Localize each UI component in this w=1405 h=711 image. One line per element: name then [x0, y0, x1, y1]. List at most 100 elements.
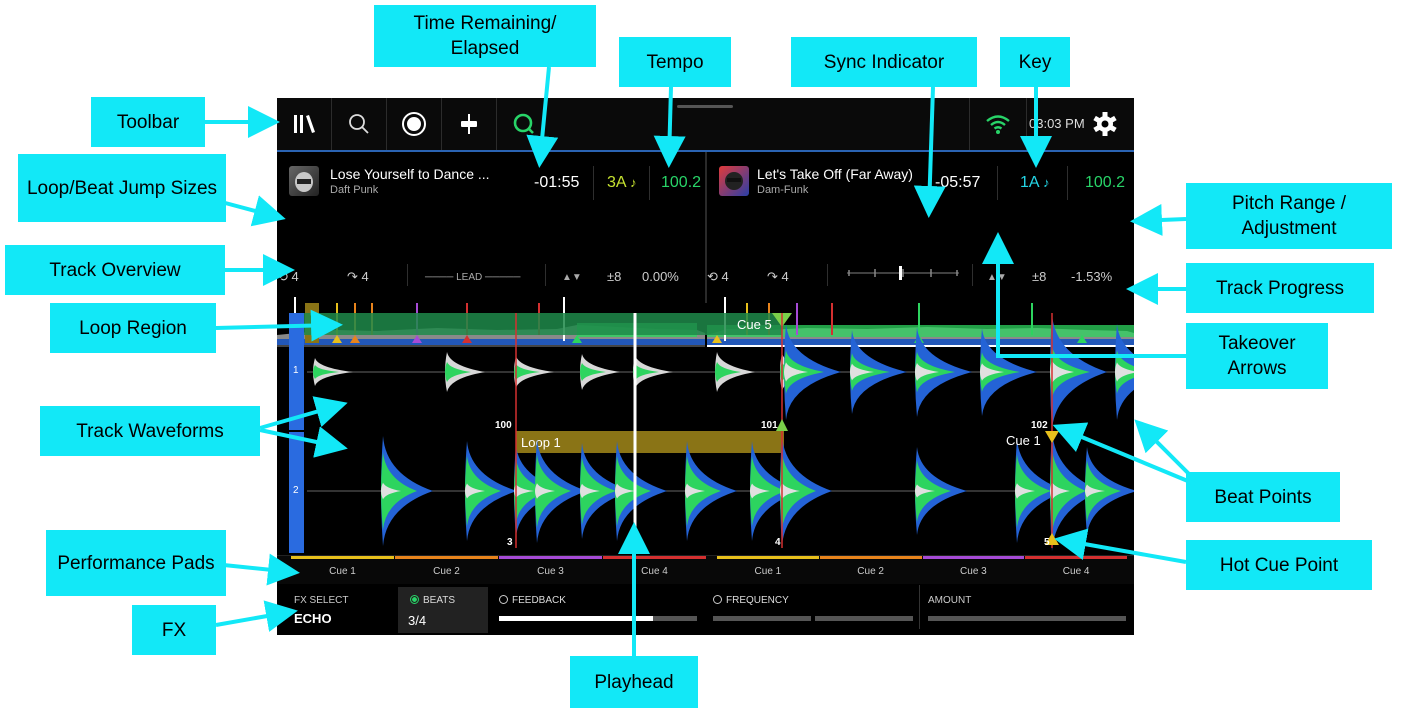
pad-left-1[interactable]: Cue 1 [291, 556, 394, 584]
takeover-arrows-icon: ▲▼ [562, 272, 582, 283]
callout-tempo: Tempo [619, 37, 731, 87]
beats-button[interactable]: BEATS 3/4 [398, 587, 488, 633]
radio-off-icon [499, 595, 508, 604]
key-display[interactable]: 1A ♪ [1020, 174, 1050, 192]
fader-button[interactable] [442, 98, 497, 150]
beat-label-100: 100 [495, 420, 512, 431]
beat-label-101: 101 [761, 420, 778, 431]
callout-track-progress: Track Progress [1186, 263, 1374, 313]
pad-right-1[interactable]: Cue 1 [717, 556, 819, 584]
sync-indicator [847, 266, 959, 280]
loop-region [304, 313, 782, 335]
amount-label: AMOUNT [928, 595, 972, 606]
pad-label: Cue 4 [641, 566, 668, 577]
callout-pitch-range: Pitch Range / Adjustment [1186, 183, 1392, 249]
fx-select-value[interactable]: ECHO [294, 611, 332, 626]
callout-playhead: Playhead [570, 656, 698, 708]
amount-slider[interactable] [928, 616, 1126, 621]
frequency-slider-high[interactable] [815, 616, 913, 621]
tempo-display[interactable]: 100.2 [661, 174, 701, 192]
library-button[interactable] [277, 98, 332, 150]
time-remaining[interactable]: -01:55 [534, 174, 579, 192]
cue-1-label: Cue 1 [1006, 433, 1041, 448]
callout-key: Key [1000, 37, 1070, 87]
wifi-icon [986, 115, 1010, 134]
time-remaining[interactable]: -05:57 [935, 174, 980, 192]
pad-label: Cue 1 [329, 566, 356, 577]
frequency-button[interactable]: FREQUENCY [713, 595, 789, 606]
pitch-adjust: -1.53% [1071, 269, 1113, 284]
callout-loop-region: Loop Region [50, 303, 216, 353]
beat-label-5: 5 [1044, 537, 1050, 548]
callout-beat-points: Beat Points [1186, 472, 1340, 522]
callout-time-remaining: Time Remaining/ Elapsed [374, 5, 596, 67]
waveform-area[interactable]: 1 2 Cue 5 Loop 1 100 101 102 Cue 1 3 4 5 [277, 303, 1134, 555]
quantize-button[interactable] [497, 98, 551, 150]
callout-loop-beat-jump: Loop/Beat Jump Sizes [18, 154, 226, 222]
radio-on-icon [410, 595, 419, 604]
callout-track-waveforms: Track Waveforms [40, 406, 260, 456]
feedback-slider-fill [499, 616, 654, 621]
pad-right-4[interactable]: Cue 4 [1025, 556, 1127, 584]
album-art[interactable] [719, 166, 749, 196]
track-title[interactable]: Let's Take Off (Far Away) [757, 166, 913, 182]
pitch-range[interactable]: ±8 [1032, 269, 1046, 284]
loop-1-label: Loop 1 [521, 435, 561, 450]
pad-left-3[interactable]: Cue 3 [499, 556, 602, 584]
fx-select-label: FX SELECT [294, 595, 349, 606]
device-screen: 03:03 PM Lose Yourself to Dance ... Daft… [277, 98, 1134, 635]
pitch-adjust: 0.00% [642, 269, 679, 284]
beat-label-102: 102 [1031, 420, 1048, 431]
clock: 03:03 PM [1029, 116, 1085, 131]
pad-label: Cue 1 [754, 566, 782, 577]
callout-toolbar: Toolbar [91, 97, 205, 147]
fader-icon [461, 114, 477, 134]
drawer-handle[interactable] [677, 105, 733, 108]
loop-icon: ⟲ [277, 269, 288, 284]
key-display[interactable]: 3A ♪ [607, 174, 637, 192]
beat-label-4: 4 [775, 537, 781, 548]
callout-fx: FX [132, 605, 216, 655]
hot-cue-marker [1045, 431, 1059, 443]
track-title[interactable]: Lose Yourself to Dance ... [330, 166, 490, 182]
lead-indicator: ──── LEAD ───── [425, 272, 521, 283]
loop-size[interactable]: ⟲ 4 [277, 269, 299, 285]
tempo-display[interactable]: 100.2 [1085, 174, 1125, 192]
note-icon: ♪ [630, 175, 637, 190]
pad-label: Cue 3 [537, 566, 564, 577]
deck-2-label: 2 [293, 485, 299, 496]
note-icon: ♪ [1043, 175, 1050, 190]
track-waveforms[interactable]: 1 2 Cue 5 Loop 1 100 101 102 Cue 1 3 4 5 [277, 303, 1134, 555]
library-icon [294, 115, 315, 133]
beat-jump-size[interactable]: ↷ 4 [347, 269, 369, 285]
search-button[interactable] [332, 98, 387, 150]
pad-right-3[interactable]: Cue 3 [922, 556, 1025, 584]
pad-left-2[interactable]: Cue 2 [395, 556, 498, 584]
pad-label: Cue 2 [857, 566, 884, 577]
feedback-slider[interactable] [499, 616, 697, 621]
pad-left-4[interactable]: Cue 4 [603, 556, 706, 584]
settings-button[interactable] [1092, 111, 1118, 142]
pad-right-2[interactable]: Cue 2 [819, 556, 922, 584]
record-icon [402, 112, 426, 136]
pad-label: Cue 4 [1062, 566, 1090, 577]
deck-b-info: Let's Take Off (Far Away) Dam-Funk -05:5… [707, 152, 1134, 347]
fx-panel: FX SELECT ECHO BEATS 3/4 FEEDBACK FREQUE… [277, 585, 1134, 635]
record-button[interactable] [387, 98, 442, 150]
pad-label: Cue 2 [433, 566, 460, 577]
loop-icon: ⟲ [707, 269, 718, 284]
pad-label: Cue 3 [960, 566, 987, 577]
callout-sync-indicator: Sync Indicator [791, 37, 977, 87]
frequency-slider-low[interactable] [713, 616, 811, 621]
beat-label-3: 3 [507, 537, 513, 548]
wifi-button[interactable] [969, 98, 1027, 150]
album-art[interactable] [289, 166, 319, 196]
track-artist: Dam-Funk [757, 184, 809, 196]
jump-icon: ↷ [767, 269, 778, 284]
beat-jump-size[interactable]: ↷ 4 [767, 269, 789, 285]
pitch-range[interactable]: ±8 [607, 269, 621, 284]
jump-icon: ↷ [347, 269, 358, 284]
loop-size[interactable]: ⟲ 4 [707, 269, 729, 285]
feedback-button[interactable]: FEEDBACK [499, 595, 566, 606]
callout-performance-pads: Performance Pads [46, 530, 226, 596]
